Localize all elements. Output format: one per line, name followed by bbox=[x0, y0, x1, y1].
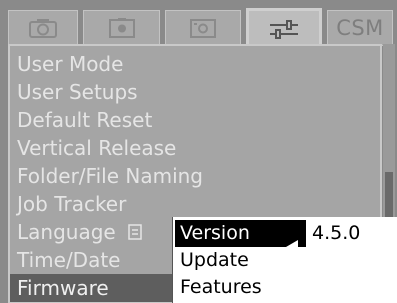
selection-arrow-icon bbox=[285, 229, 299, 256]
tab-csm-label: CSM bbox=[336, 16, 384, 40]
menu-item-time-date[interactable]: Time/Date bbox=[17, 246, 121, 274]
menu-item-job-tracker[interactable]: Job Tracker bbox=[17, 190, 126, 218]
scrollbar-thumb[interactable] bbox=[385, 172, 393, 222]
camera-menu-screen: CSM User Mode User Setups Default Reset … bbox=[0, 0, 397, 303]
tab-camera[interactable] bbox=[8, 10, 78, 46]
submenu-item-version-label: Version bbox=[180, 222, 250, 244]
submenu-item-features[interactable]: Features bbox=[175, 274, 262, 301]
menu-item-vertical-release[interactable]: Vertical Release bbox=[17, 134, 176, 162]
version-value: 4.5.0 bbox=[312, 222, 361, 244]
image-settings-icon bbox=[188, 17, 218, 39]
tab-bar: CSM bbox=[8, 8, 393, 48]
tab-csm[interactable]: CSM bbox=[327, 10, 393, 46]
menu-item-language[interactable]: Language bbox=[17, 218, 142, 246]
menu-item-language-label: Language bbox=[17, 220, 116, 244]
tab-image-settings[interactable] bbox=[165, 10, 241, 46]
camera-icon bbox=[28, 17, 58, 39]
menu-item-default-reset[interactable]: Default Reset bbox=[17, 106, 152, 134]
menu-item-user-setups[interactable]: User Setups bbox=[17, 78, 138, 106]
tools-icon bbox=[267, 19, 301, 41]
firmware-submenu: Version 4.5.0 Update Features bbox=[173, 217, 397, 303]
tab-camera-settings[interactable] bbox=[83, 10, 160, 46]
camera-settings-icon bbox=[107, 17, 137, 39]
menu-item-user-mode[interactable]: User Mode bbox=[17, 50, 123, 78]
language-icon bbox=[128, 220, 142, 248]
menu-item-firmware[interactable]: Firmware bbox=[10, 274, 180, 302]
tab-tools[interactable] bbox=[246, 8, 322, 48]
submenu-item-version[interactable]: Version bbox=[175, 220, 306, 247]
menu-item-folder-file-naming[interactable]: Folder/File Naming bbox=[17, 162, 203, 190]
submenu-item-update[interactable]: Update bbox=[175, 247, 249, 274]
